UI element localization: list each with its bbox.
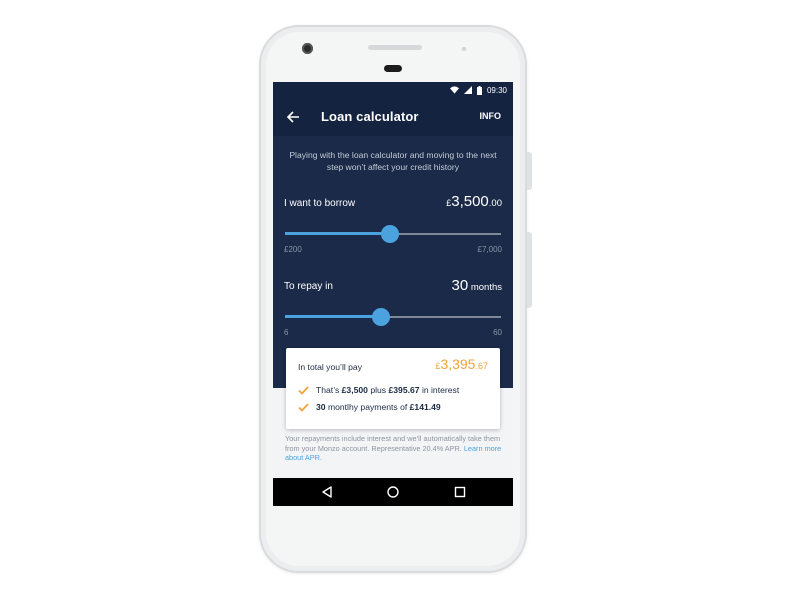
front-camera [302,43,313,54]
volume-button [527,232,532,308]
interest-line-prefix: That’s [316,385,342,395]
wifi-icon [449,86,459,94]
repay-amount: 30 months [452,277,502,295]
status-bar: 09:30 [273,82,513,98]
power-button [527,152,532,190]
borrow-amount: £3,500.00 [446,193,502,211]
borrow-slider[interactable] [285,225,501,243]
page-title: Loan calculator [321,109,419,124]
payment-count: 30 [316,402,326,412]
speaker-grille [368,45,422,50]
phone-screen: 09:30 Loan calculator INFO Playing with … [273,82,513,506]
checkmark-icon [298,402,309,412]
borrow-max-label: £7,000 [477,245,502,254]
signal-icon [463,86,472,94]
payments-line-mid: montlhy payments of [325,402,410,412]
slider-fill [285,232,390,235]
apr-footnote: Your repayments include interest and we’… [285,434,505,463]
status-time: 09:30 [486,85,507,95]
slider-thumb[interactable] [381,225,399,243]
navigation-bar [273,478,513,506]
repay-min-label: 6 [284,328,289,337]
interest-amount: £395.67 [388,385,420,395]
slider-fill [285,315,381,318]
repay-max-label: 60 [493,328,502,337]
payments-line: 30 montlhy payments of £141.49 [298,402,441,412]
repay-label: To repay in [284,281,333,292]
repay-slider[interactable] [285,308,501,326]
summary-amount: £3,395.67 [435,356,488,374]
slider-thumb[interactable] [372,308,390,326]
summary-amount-main: 3,395 [440,356,476,372]
proximity-sensor [462,47,466,51]
interest-line-mid: plus [367,385,389,395]
nav-recents-icon[interactable] [453,485,467,499]
back-arrow-icon[interactable] [285,109,301,125]
interest-line-suffix: in interest [419,385,460,395]
repay-amount-main: 30 [451,277,469,294]
monthly-payment-amount: £141.49 [409,402,441,412]
app-bar: Loan calculator INFO [273,98,513,136]
nav-home-icon[interactable] [386,485,400,499]
borrow-amount-main: 3,500 [451,193,489,210]
borrow-min-label: £200 [284,245,302,254]
nav-back-icon[interactable] [320,485,334,499]
repay-unit: months [468,282,502,293]
earpiece [384,65,402,72]
summary-card: In total you’ll pay £3,395.67 That’s £3,… [286,348,500,429]
borrow-label: I want to borrow [284,198,356,209]
checkmark-icon [298,385,309,395]
battery-icon [476,85,482,95]
borrow-amount-decimals: .00 [488,198,502,209]
credit-notice: Playing with the loan calculator and mov… [289,150,497,172]
interest-line: That’s £3,500 plus £395.67 in interest [298,385,459,395]
summary-label: In total you’ll pay [298,362,363,372]
principal-amount: £3,500 [341,385,368,395]
info-button[interactable]: INFO [480,111,502,121]
summary-amount-decimals: .67 [475,361,488,371]
